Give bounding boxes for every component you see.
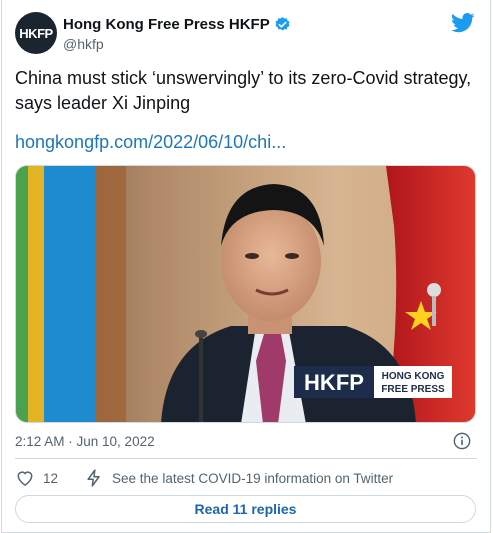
name-row: Hong Kong Free Press HKFP <box>63 16 291 33</box>
read-replies-button[interactable]: Read 11 replies <box>15 495 476 523</box>
tweet-media[interactable]: HKFP HONG KONG FREE PRESS <box>15 165 476 423</box>
like-count: 12 <box>43 470 59 486</box>
media-photo: HKFP HONG KONG FREE PRESS <box>16 166 475 422</box>
covid-info-link[interactable]: See the latest COVID-19 information on T… <box>84 468 393 488</box>
author-handle[interactable]: @hkfp <box>63 36 291 52</box>
watermark-line1: HONG KONG <box>382 371 445 382</box>
verified-badge-icon <box>275 17 290 31</box>
action-bar: 12 See the latest COVID-19 information o… <box>15 468 393 488</box>
tweet-header: HKFP Hong Kong Free Press HKFP @hkfp <box>15 12 477 56</box>
display-name[interactable]: Hong Kong Free Press HKFP <box>63 16 270 33</box>
like-button[interactable]: 12 <box>15 468 58 488</box>
tweet-link[interactable]: hongkongfp.com/2022/06/10/chi... <box>15 132 286 153</box>
twitter-logo-icon[interactable] <box>451 12 475 34</box>
covid-info-text: See the latest COVID-19 information on T… <box>112 470 394 486</box>
heart-icon <box>17 471 33 486</box>
watermark-logo: HKFP <box>304 370 364 395</box>
lightning-icon <box>87 469 100 487</box>
tweet-text: China must stick ‘unswervingly’ to its z… <box>15 68 472 113</box>
info-icon[interactable] <box>453 432 471 450</box>
author-block: Hong Kong Free Press HKFP @hkfp <box>63 16 291 52</box>
tweet-timestamp[interactable]: 2:12 AM · Jun 10, 2022 <box>15 434 155 449</box>
watermark-line2: FREE PRESS <box>381 384 445 395</box>
avatar[interactable]: HKFP <box>15 12 57 54</box>
divider <box>15 458 477 459</box>
tweet-card: HKFP Hong Kong Free Press HKFP @hkfp Chi… <box>1 0 491 533</box>
